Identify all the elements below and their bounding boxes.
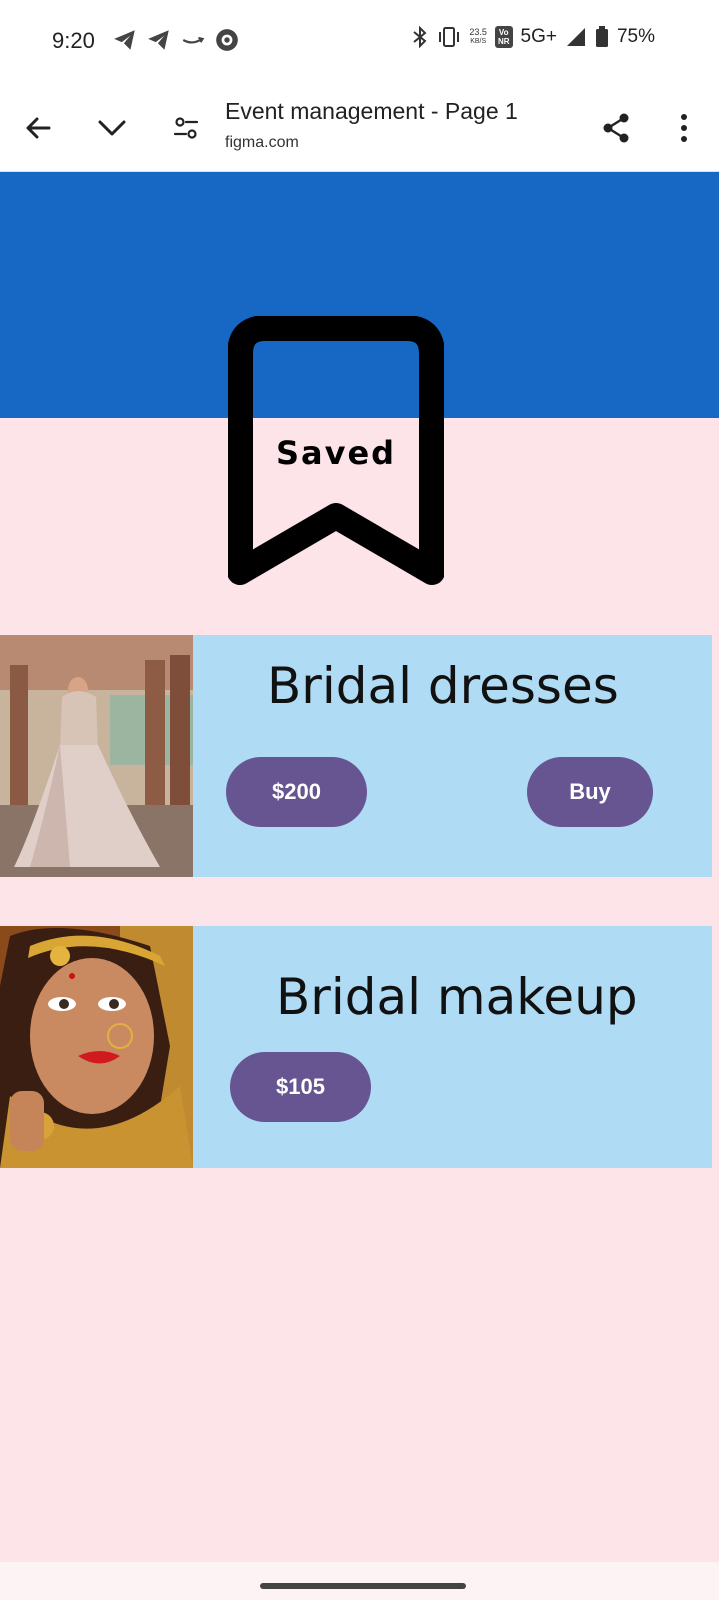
gesture-handle[interactable] xyxy=(260,1583,466,1589)
item-card-body: Bridal makeup $105 xyxy=(193,926,712,1168)
tune-icon xyxy=(173,117,199,139)
bridal-dress-image xyxy=(0,635,193,877)
chevron-down-icon xyxy=(98,120,126,136)
bridal-makeup-image xyxy=(0,926,193,1168)
back-button[interactable] xyxy=(16,106,60,150)
signal-icon xyxy=(566,28,585,46)
vibrate-icon xyxy=(439,27,460,47)
network-type: 5G+ xyxy=(520,26,557,47)
item-card-bridal-makeup: Bridal makeup $105 xyxy=(0,926,712,1168)
share-button[interactable] xyxy=(594,106,638,150)
network-speed: 23.5 KB/S xyxy=(469,27,487,46)
item-title: Bridal makeup xyxy=(276,968,638,1026)
system-nav-bar xyxy=(0,1562,719,1600)
arrow-left-icon xyxy=(26,117,51,139)
minimize-button[interactable] xyxy=(90,106,134,150)
page-title: Event management - Page 1 xyxy=(225,98,518,124)
browser-toolbar: Event management - Page 1 figma.com xyxy=(0,84,719,172)
saved-heading: Saved xyxy=(275,434,397,472)
telegram-icon xyxy=(114,30,135,50)
battery-icon xyxy=(595,26,608,47)
more-options-button[interactable] xyxy=(662,106,706,150)
screen: 9:20 23.5 KB/S Vo NR 5G+ 75% Event manag… xyxy=(0,0,719,1600)
price-button[interactable]: $105 xyxy=(230,1052,371,1122)
item-card-body: Bridal dresses $200 Buy xyxy=(193,635,712,877)
share-icon xyxy=(603,113,629,143)
buy-button[interactable]: Buy xyxy=(527,757,653,827)
volte-badge: Vo NR xyxy=(494,26,513,48)
item-title: Bridal dresses xyxy=(267,657,619,715)
page-settings-button[interactable] xyxy=(164,106,208,150)
bluetooth-icon xyxy=(413,26,427,48)
more-vertical-icon xyxy=(681,114,687,142)
item-card-bridal-dresses: Bridal dresses $200 Buy xyxy=(0,635,712,877)
status-bar: 9:20 23.5 KB/S Vo NR 5G+ 75% xyxy=(0,0,719,84)
page-url: figma.com xyxy=(225,134,299,151)
amazon-icon xyxy=(182,36,205,44)
battery-percent: 75% xyxy=(616,26,655,47)
clock: 9:20 xyxy=(52,28,95,53)
telegram-icon xyxy=(148,30,169,50)
status-right: 23.5 KB/S Vo NR 5G+ 75% xyxy=(411,26,655,48)
app-icon xyxy=(216,29,238,51)
price-button[interactable]: $200 xyxy=(226,757,367,827)
